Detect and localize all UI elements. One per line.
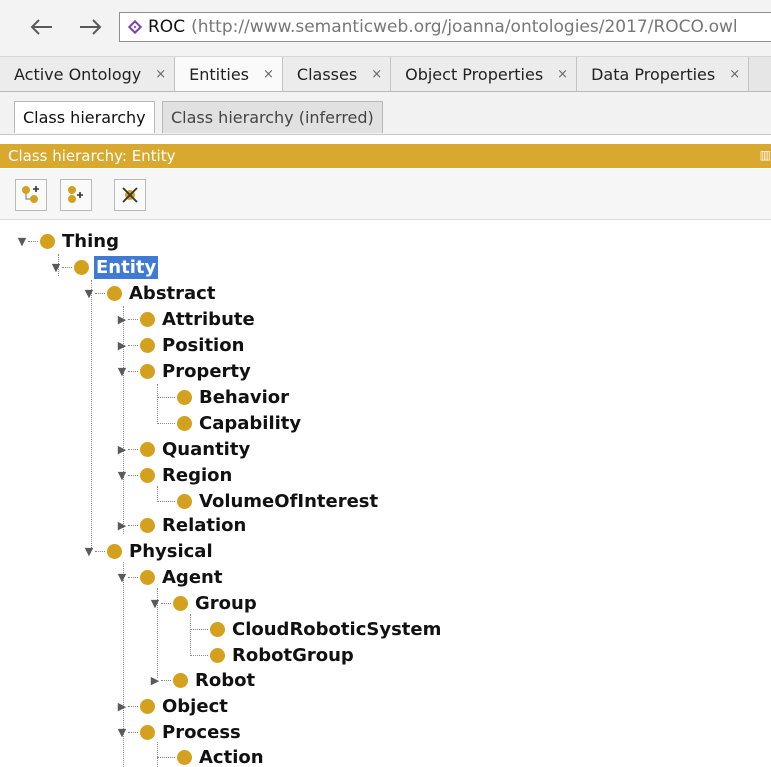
ontology-name: ROC bbox=[148, 17, 186, 37]
class-icon bbox=[107, 543, 122, 559]
class-icon bbox=[173, 672, 188, 688]
ontology-iri: (http://www.semanticweb.org/joanna/ontol… bbox=[191, 17, 738, 37]
tree-node-agent[interactable]: ▼ Agent bbox=[116, 564, 224, 590]
add-subclass-icon bbox=[22, 186, 39, 203]
expanded-arrow-icon[interactable]: ▼ bbox=[149, 596, 161, 610]
tree-node-property[interactable]: ▼ Property bbox=[116, 358, 253, 384]
tree-node-object[interactable]: ▶ Object bbox=[116, 693, 230, 719]
tree-node-action[interactable]: Action bbox=[157, 744, 266, 767]
tree-node-behavior[interactable]: Behavior bbox=[157, 384, 291, 410]
tree-node-region[interactable]: ▼ Region bbox=[116, 462, 234, 488]
tab-label: Entities bbox=[189, 64, 250, 84]
tree-node-robot[interactable]: ▶ Robot bbox=[149, 667, 257, 693]
class-icon bbox=[177, 749, 192, 765]
ontology-icon bbox=[127, 19, 143, 35]
class-icon bbox=[140, 517, 155, 533]
tree-node-process[interactable]: ▼ Process bbox=[116, 719, 243, 745]
tree-node-thing[interactable]: ▼ Thing bbox=[16, 228, 121, 254]
tab-label: Data Properties bbox=[591, 64, 716, 84]
collapsed-arrow-icon[interactable]: ▶ bbox=[116, 442, 128, 456]
tab-label: Classes bbox=[296, 64, 358, 84]
view-options-icon[interactable]: ▥ bbox=[760, 148, 771, 162]
address-bar: ROC (http://www.semanticweb.org/joanna/o… bbox=[0, 0, 771, 57]
tree-node-capability[interactable]: Capability bbox=[157, 410, 303, 436]
hierarchy-toolbar bbox=[0, 169, 771, 220]
expanded-arrow-icon[interactable]: ▼ bbox=[16, 234, 28, 248]
class-icon bbox=[107, 285, 122, 301]
class-icon bbox=[74, 259, 89, 275]
tree-guide-line bbox=[91, 280, 92, 550]
class-icon bbox=[210, 647, 225, 663]
forward-arrow-icon[interactable] bbox=[77, 12, 103, 42]
tree-node-volumeofinterest[interactable]: VolumeOfInterest bbox=[157, 488, 380, 514]
add-sibling-class-button[interactable] bbox=[60, 179, 92, 211]
tree-node-position[interactable]: ▶ Position bbox=[116, 332, 246, 358]
class-icon bbox=[140, 467, 155, 483]
close-icon[interactable]: × bbox=[371, 67, 382, 82]
class-icon bbox=[140, 569, 155, 585]
view-header: Class hierarchy: Entity ▥ bbox=[0, 144, 771, 168]
class-icon bbox=[177, 389, 192, 405]
expanded-arrow-icon[interactable]: ▼ bbox=[116, 364, 128, 378]
tab-classes[interactable]: Classes × bbox=[282, 57, 392, 91]
collapsed-arrow-icon[interactable]: ▶ bbox=[149, 673, 161, 687]
tab-class-hierarchy[interactable]: Class hierarchy bbox=[14, 101, 155, 133]
class-icon bbox=[140, 311, 155, 327]
tree-node-entity[interactable]: ▼ Entity bbox=[50, 254, 159, 280]
delete-class-button[interactable] bbox=[114, 179, 146, 211]
close-icon[interactable]: × bbox=[263, 67, 274, 82]
tab-data-properties[interactable]: Data Properties × bbox=[577, 57, 750, 91]
class-icon bbox=[140, 698, 155, 714]
tab-active-ontology[interactable]: Active Ontology × bbox=[0, 57, 176, 91]
class-icon bbox=[140, 363, 155, 379]
expanded-arrow-icon[interactable]: ▼ bbox=[83, 286, 95, 300]
expanded-arrow-icon[interactable]: ▼ bbox=[116, 468, 128, 482]
tree-node-cloudroboticsystem[interactable]: CloudRoboticSystem bbox=[190, 616, 443, 642]
expanded-arrow-icon[interactable]: ▼ bbox=[50, 260, 62, 274]
class-icon bbox=[177, 493, 192, 509]
expanded-arrow-icon[interactable]: ▼ bbox=[116, 570, 128, 584]
tab-object-properties[interactable]: Object Properties × bbox=[391, 57, 578, 91]
delete-class-icon bbox=[122, 187, 138, 203]
class-icon bbox=[140, 337, 155, 353]
class-icon bbox=[40, 233, 55, 249]
tab-label: Active Ontology bbox=[14, 64, 142, 84]
expanded-arrow-icon[interactable]: ▼ bbox=[83, 544, 95, 558]
tree-node-robotgroup[interactable]: RobotGroup bbox=[190, 642, 356, 668]
tab-entities[interactable]: Entities × bbox=[175, 57, 283, 91]
collapsed-arrow-icon[interactable]: ▶ bbox=[116, 312, 128, 326]
tree-node-attribute[interactable]: ▶ Attribute bbox=[116, 306, 257, 332]
add-sibling-class-icon bbox=[68, 186, 83, 203]
collapsed-arrow-icon[interactable]: ▶ bbox=[116, 699, 128, 713]
back-arrow-icon[interactable] bbox=[29, 12, 55, 42]
close-icon[interactable]: × bbox=[155, 67, 166, 82]
tree-node-quantity[interactable]: ▶ Quantity bbox=[116, 436, 252, 462]
ontology-iri-field[interactable]: ROC (http://www.semanticweb.org/joanna/o… bbox=[119, 12, 771, 42]
tab-label: Object Properties bbox=[405, 64, 544, 84]
close-icon[interactable]: × bbox=[557, 67, 568, 82]
hierarchy-subtabs: Class hierarchy Class hierarchy (inferre… bbox=[0, 92, 771, 135]
view-title: Class hierarchy: Entity bbox=[8, 147, 176, 165]
tree-node-group[interactable]: ▼ Group bbox=[149, 590, 259, 616]
class-icon bbox=[210, 621, 225, 637]
close-icon[interactable]: × bbox=[729, 67, 740, 82]
collapsed-arrow-icon[interactable]: ▶ bbox=[116, 518, 128, 532]
class-icon bbox=[140, 724, 155, 740]
class-icon bbox=[173, 595, 188, 611]
workspace-tabs: Active Ontology × Entities × Classes × O… bbox=[0, 57, 771, 92]
tree-node-physical[interactable]: ▼ Physical bbox=[83, 538, 215, 564]
class-hierarchy-tree: ▼ Thing ▼ Entity ▼ Abstract ▶ Attribute ▶ Pos… bbox=[0, 220, 771, 767]
expanded-arrow-icon[interactable]: ▼ bbox=[116, 725, 128, 739]
tree-node-relation[interactable]: ▶ Relation bbox=[116, 512, 248, 538]
tree-node-abstract[interactable]: ▼ Abstract bbox=[83, 280, 217, 306]
add-subclass-button[interactable] bbox=[15, 179, 47, 211]
collapsed-arrow-icon[interactable]: ▶ bbox=[116, 338, 128, 352]
class-icon bbox=[177, 415, 192, 431]
tab-class-hierarchy-inferred[interactable]: Class hierarchy (inferred) bbox=[162, 101, 383, 133]
class-icon bbox=[140, 441, 155, 457]
